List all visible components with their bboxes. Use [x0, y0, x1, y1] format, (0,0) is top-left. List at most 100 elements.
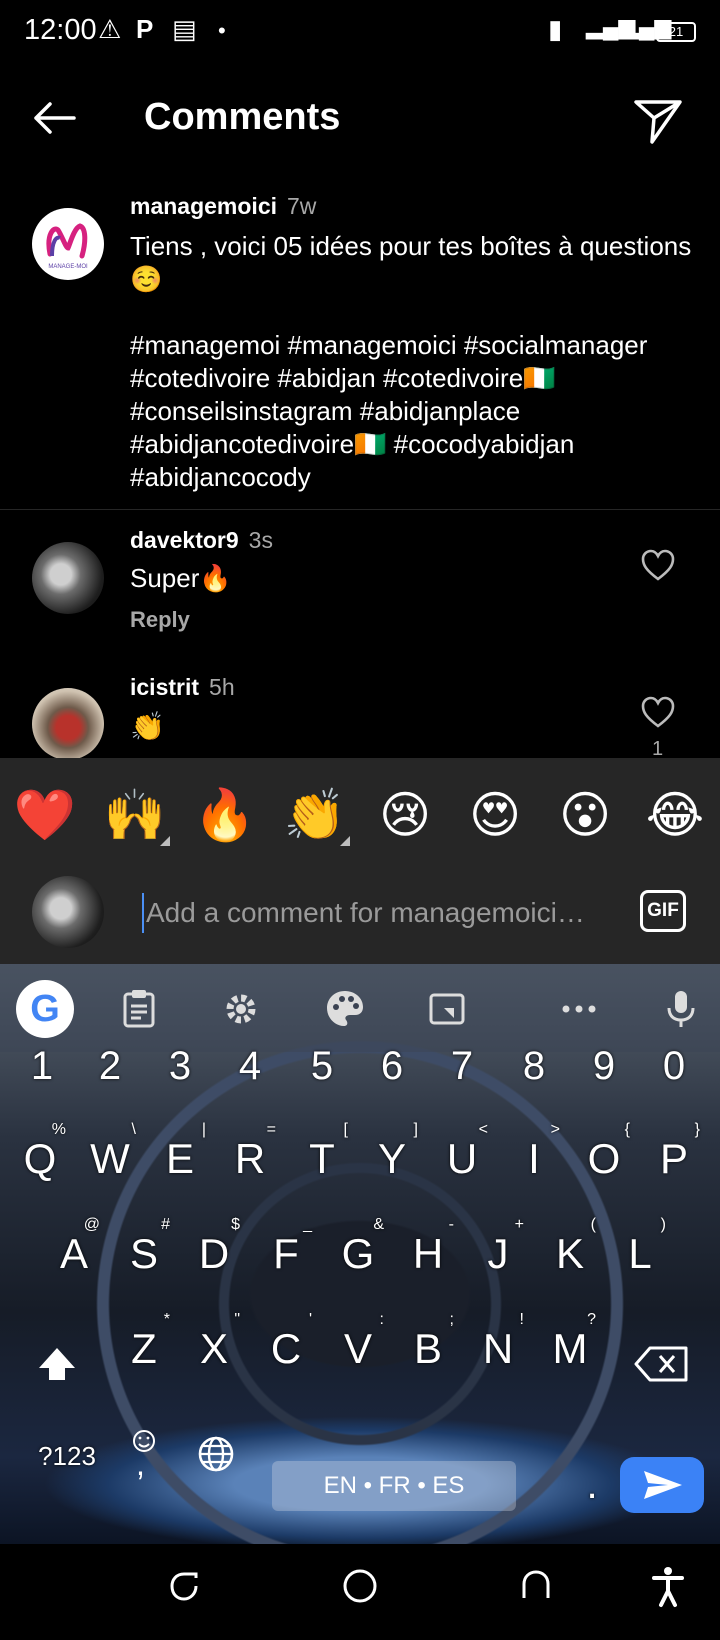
- key-h[interactable]: H-: [396, 1216, 460, 1289]
- key-x[interactable]: X ": [182, 1311, 246, 1384]
- shift-key[interactable]: [22, 1334, 92, 1394]
- key-1[interactable]: 1: [10, 1031, 74, 1101]
- key-j[interactable]: J +: [466, 1216, 530, 1289]
- key-k[interactable]: K(: [538, 1216, 602, 1289]
- emoji-heart-eyes[interactable]: 😍: [460, 782, 530, 848]
- key-t[interactable]: T[: [290, 1121, 354, 1194]
- heart-icon[interactable]: [640, 548, 676, 584]
- key-letter: E: [165, 1135, 194, 1182]
- globe-icon[interactable]: [196, 1434, 236, 1474]
- brand-logo-text: MANAGE-MOI: [48, 264, 88, 270]
- key-letter: I: [528, 1135, 540, 1182]
- key-letter: N: [482, 1325, 514, 1372]
- key-letter: U: [446, 1135, 478, 1182]
- vibrate-icon: ▮: [548, 14, 563, 44]
- emoji-fire[interactable]: 🔥: [190, 782, 260, 848]
- comment-avatar[interactable]: [32, 542, 104, 614]
- palette-icon[interactable]: [322, 986, 368, 1032]
- key-letter: G: [341, 1230, 375, 1277]
- space-key[interactable]: EN • FR • ES: [272, 1461, 516, 1511]
- emoji-crying[interactable]: 😢: [370, 782, 440, 848]
- parking-app-icon: P: [136, 14, 154, 44]
- key-letter: A: [59, 1230, 88, 1277]
- settings-gear-icon[interactable]: [218, 986, 264, 1032]
- emoji-red-heart[interactable]: ❤️: [10, 782, 80, 848]
- key-s[interactable]: S #: [112, 1216, 176, 1289]
- key-letter: C: [270, 1325, 302, 1372]
- comment-username[interactable]: davektor9: [130, 527, 239, 553]
- key-n[interactable]: N!: [466, 1311, 530, 1384]
- microphone-icon[interactable]: [658, 986, 704, 1032]
- symbols-key[interactable]: ?123: [22, 1431, 112, 1501]
- key-p[interactable]: P}: [642, 1121, 706, 1194]
- key-8[interactable]: 8: [502, 1031, 566, 1101]
- caption-username[interactable]: managemoici: [130, 193, 277, 219]
- key-m[interactable]: M?: [538, 1311, 602, 1384]
- backspace-key[interactable]: [630, 1336, 694, 1392]
- key-hint: (: [590, 1216, 596, 1233]
- key-v[interactable]: V:: [326, 1311, 390, 1384]
- share-send-icon[interactable]: [630, 92, 686, 148]
- dot-icon: •: [218, 18, 226, 43]
- key-i[interactable]: I >: [502, 1121, 566, 1194]
- key-z[interactable]: Z *: [112, 1311, 176, 1384]
- emoji-surprised[interactable]: 😮: [550, 782, 620, 848]
- key-letter: Q: [23, 1135, 57, 1182]
- key-3[interactable]: 3: [148, 1031, 212, 1101]
- comma-label: ,: [136, 1446, 145, 1482]
- send-enter-key[interactable]: [620, 1457, 704, 1513]
- more-options-icon[interactable]: [556, 986, 602, 1032]
- key-6[interactable]: 6: [360, 1031, 424, 1101]
- caption-header: managemoici 7w: [130, 193, 316, 220]
- emoji-tears-of-joy[interactable]: 😂: [640, 782, 710, 848]
- key-a[interactable]: A @: [42, 1216, 106, 1289]
- key-hint: =: [266, 1121, 276, 1138]
- emoji-clapping[interactable]: 👏: [280, 782, 350, 848]
- gif-button[interactable]: GIF: [640, 890, 686, 932]
- key-q[interactable]: Q%: [8, 1121, 72, 1194]
- key-5[interactable]: 5: [290, 1031, 354, 1101]
- comment-avatar[interactable]: [32, 688, 104, 760]
- clipboard-icon[interactable]: [116, 986, 162, 1032]
- accessibility-icon[interactable]: [646, 1564, 690, 1608]
- key-hint: ?: [587, 1311, 596, 1328]
- key-hint: @: [83, 1216, 100, 1233]
- key-4[interactable]: 4: [218, 1031, 282, 1101]
- key-r[interactable]: R =: [218, 1121, 282, 1194]
- key-hint: !: [519, 1311, 524, 1328]
- heart-icon[interactable]: [640, 695, 676, 731]
- one-handed-mode-icon[interactable]: [424, 986, 470, 1032]
- key-o[interactable]: O{: [572, 1121, 636, 1194]
- key-letter: W: [90, 1135, 130, 1182]
- google-icon[interactable]: G: [16, 980, 74, 1038]
- home-icon[interactable]: [338, 1564, 382, 1608]
- key-e[interactable]: E |: [148, 1121, 212, 1194]
- key-2[interactable]: 2: [78, 1031, 142, 1101]
- period-key[interactable]: .: [560, 1450, 624, 1520]
- caption-avatar[interactable]: MANAGE-MOI: [32, 208, 104, 280]
- key-letter: R: [234, 1135, 266, 1182]
- key-7[interactable]: 7: [430, 1031, 494, 1101]
- key-letter: S: [129, 1230, 158, 1277]
- key-hint: *: [163, 1311, 170, 1328]
- comment-username[interactable]: icistrit: [130, 674, 199, 700]
- emoji-comma-key[interactable]: ,: [126, 1426, 162, 1486]
- key-d[interactable]: D $: [182, 1216, 246, 1289]
- back-arrow-icon[interactable]: [28, 92, 80, 144]
- comment-input[interactable]: [142, 893, 582, 933]
- key-c[interactable]: C ': [254, 1311, 318, 1384]
- key-0[interactable]: 0: [642, 1031, 706, 1101]
- key-u[interactable]: U <: [430, 1121, 494, 1194]
- recent-apps-icon[interactable]: [162, 1564, 206, 1608]
- reply-button[interactable]: Reply: [130, 607, 190, 633]
- key-l[interactable]: L): [608, 1216, 672, 1289]
- key-w[interactable]: W \: [78, 1121, 142, 1194]
- status-time: 12:00: [24, 14, 97, 46]
- emoji-raising-hands[interactable]: 🙌: [100, 782, 170, 848]
- key-f[interactable]: F _: [254, 1216, 318, 1289]
- key-b[interactable]: B;: [396, 1311, 460, 1384]
- key-g[interactable]: G &: [326, 1216, 390, 1289]
- key-y[interactable]: Y]: [360, 1121, 424, 1194]
- back-nav-icon[interactable]: [514, 1564, 558, 1608]
- key-9[interactable]: 9: [572, 1031, 636, 1101]
